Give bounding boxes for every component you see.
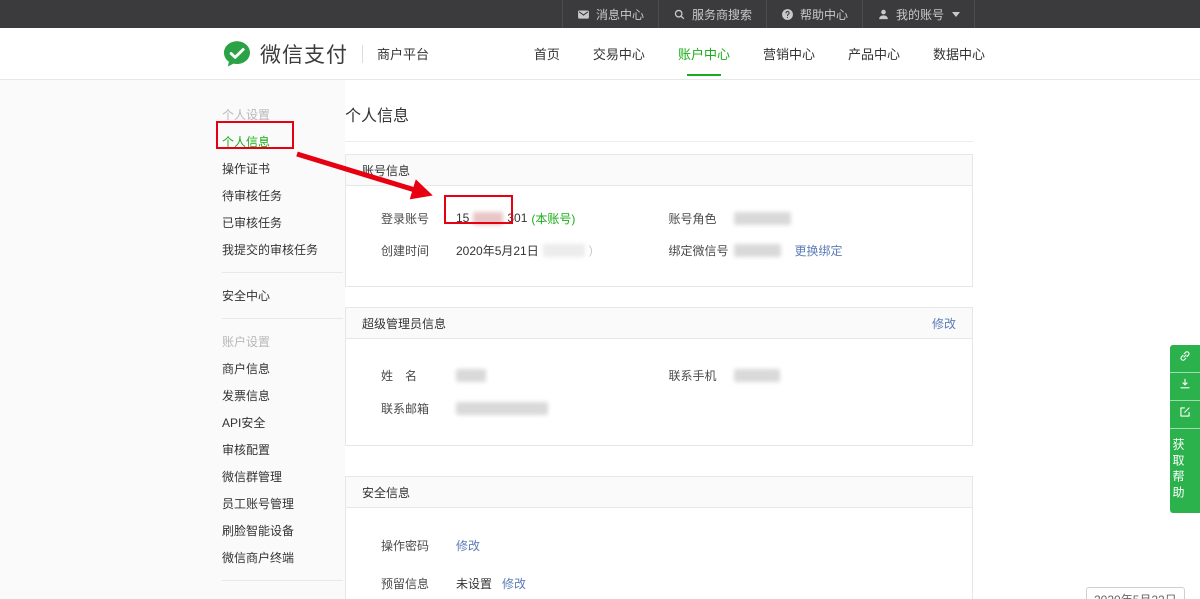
operation-password-label: 操作密码 <box>381 537 456 554</box>
topbar-help-center[interactable]: 帮助中心 <box>767 0 863 28</box>
feedback-button[interactable] <box>1170 401 1200 429</box>
wechat-pay-bubble-icon <box>222 39 252 69</box>
redacted-value <box>456 402 548 415</box>
nav-account-center[interactable]: 账户中心 <box>678 40 730 67</box>
topbar: 消息中心 服务商搜索 帮助中心 我的账号 <box>0 0 1200 28</box>
section-title: 账号信息 <box>362 162 410 179</box>
link-icon <box>1178 349 1192 368</box>
login-account-suffix: 301 <box>507 211 527 225</box>
nav-product-center[interactable]: 产品中心 <box>848 40 900 67</box>
search-icon <box>673 8 686 21</box>
redacted-value <box>543 244 585 257</box>
sidebar-item-pending-review-tasks[interactable]: 待审核任务 <box>222 182 345 209</box>
wechat-pay-logo[interactable]: 微信支付 <box>222 39 348 69</box>
title-divider <box>345 141 973 142</box>
nav-marketing-center[interactable]: 营销中心 <box>763 40 815 67</box>
user-icon <box>877 8 890 21</box>
edit-icon <box>1178 405 1192 424</box>
sidebar-group-account-settings: 账户设置 <box>222 328 345 355</box>
download-button[interactable] <box>1170 373 1200 401</box>
section-title: 安全信息 <box>362 484 410 501</box>
created-time-label: 创建时间 <box>381 242 456 259</box>
set-reserved-info-link[interactable]: 修改 <box>502 575 526 592</box>
reserved-info-value: 未设置 <box>456 575 492 592</box>
created-time-value: 2020年5月21日) <box>456 242 593 259</box>
sidebar-item-staff-account-management[interactable]: 员工账号管理 <box>222 490 345 517</box>
nav-home[interactable]: 首页 <box>534 40 560 67</box>
super-admin-section: 超级管理员信息 修改 姓 名 联系手机 <box>345 307 973 446</box>
download-icon <box>1178 377 1192 396</box>
topbar-provider-search[interactable]: 服务商搜索 <box>659 0 767 28</box>
topbar-item-label: 我的账号 <box>896 6 944 23</box>
redacted-value <box>456 369 486 382</box>
login-account-prefix: 15 <box>456 211 469 225</box>
sidebar-item-personal-info[interactable]: 个人信息 <box>222 128 345 155</box>
sidebar-group-personal-settings: 个人设置 <box>222 101 345 128</box>
change-password-link[interactable]: 修改 <box>456 537 480 554</box>
main-content: 个人信息 账号信息 登录账号 15 301 (本账号) <box>345 80 1200 599</box>
sidebar-item-merchant-info[interactable]: 商户信息 <box>222 355 345 382</box>
sidebar-item-operation-certificate[interactable]: 操作证书 <box>222 155 345 182</box>
body: 个人设置 个人信息 操作证书 待审核任务 已审核任务 我提交的审核任务 安全中心… <box>0 80 1200 599</box>
sidebar-item-reviewed-tasks[interactable]: 已审核任务 <box>222 209 345 236</box>
topbar-my-account[interactable]: 我的账号 <box>863 0 975 28</box>
current-account-badge: (本账号) <box>531 210 575 227</box>
bound-wechat-label: 绑定微信号 <box>669 242 734 259</box>
contact-link-button[interactable] <box>1170 345 1200 373</box>
main-nav: 首页 交易中心 账户中心 营销中心 产品中心 数据中心 <box>534 40 985 67</box>
redacted-value <box>734 212 791 225</box>
sidebar-item-api-security[interactable]: API安全 <box>222 409 345 436</box>
sidebar-item-wechat-merchant-terminal[interactable]: 微信商户终端 <box>222 544 345 571</box>
topbar-item-label: 消息中心 <box>596 6 644 23</box>
redacted-value <box>734 244 781 257</box>
account-role-label: 账号角色 <box>669 210 734 227</box>
topbar-message-center[interactable]: 消息中心 <box>562 0 659 28</box>
reserved-info-label: 预留信息 <box>381 575 456 592</box>
brand-name: 微信支付 <box>260 39 348 69</box>
sidebar-divider <box>222 272 343 273</box>
sidebar-item-review-config[interactable]: 审核配置 <box>222 436 345 463</box>
contact-email-label: 联系邮箱 <box>381 400 456 417</box>
mail-icon <box>577 8 590 21</box>
chevron-down-icon <box>952 12 960 17</box>
help-icon <box>781 8 794 21</box>
sidebar-item-my-submitted-review-tasks[interactable]: 我提交的审核任务 <box>222 236 345 263</box>
header-divider <box>362 45 363 63</box>
sidebar-item-invoice-info[interactable]: 发票信息 <box>222 382 345 409</box>
edit-admin-link[interactable]: 修改 <box>932 315 956 332</box>
admin-name-label: 姓 名 <box>381 367 456 384</box>
merchant-platform-page: 消息中心 服务商搜索 帮助中心 我的账号 <box>0 0 1200 599</box>
login-account-value: 15 301 (本账号) <box>456 210 575 227</box>
rebind-link[interactable]: 更换绑定 <box>795 242 843 259</box>
date-tooltip: 2020年5月22日 <box>1086 587 1185 599</box>
topbar-item-label: 服务商搜索 <box>692 6 752 23</box>
sidebar-divider <box>222 318 343 319</box>
redacted-value <box>734 369 780 382</box>
section-title: 超级管理员信息 <box>362 315 446 332</box>
created-tail: ) <box>589 243 593 257</box>
page-title: 个人信息 <box>345 102 973 126</box>
login-account-label: 登录账号 <box>381 210 456 227</box>
get-help-button[interactable]: 获取帮助 <box>1170 429 1187 513</box>
sidebar-divider <box>222 580 343 581</box>
contact-phone-label: 联系手机 <box>669 367 734 384</box>
account-info-section: 账号信息 登录账号 15 301 (本账号) <box>345 154 973 287</box>
nav-data-center[interactable]: 数据中心 <box>933 40 985 67</box>
help-widget: 获取帮助 <box>1170 345 1200 513</box>
nav-transaction-center[interactable]: 交易中心 <box>593 40 645 67</box>
header: 微信支付 商户平台 首页 交易中心 账户中心 营销中心 产品中心 数据中心 <box>0 28 1200 80</box>
topbar-item-label: 帮助中心 <box>800 6 848 23</box>
sidebar-item-wechat-group-management[interactable]: 微信群管理 <box>222 463 345 490</box>
sidebar-item-security-center[interactable]: 安全中心 <box>222 282 345 309</box>
created-date: 2020年5月21日 <box>456 242 539 259</box>
security-info-section: 安全信息 操作密码 修改 预留信息 未设置 修改 预留信息 <box>345 476 973 599</box>
sidebar: 个人设置 个人信息 操作证书 待审核任务 已审核任务 我提交的审核任务 安全中心… <box>0 80 345 599</box>
sidebar-item-face-smart-devices[interactable]: 刷脸智能设备 <box>222 517 345 544</box>
platform-subtitle: 商户平台 <box>377 44 429 63</box>
redacted-value <box>473 212 503 225</box>
